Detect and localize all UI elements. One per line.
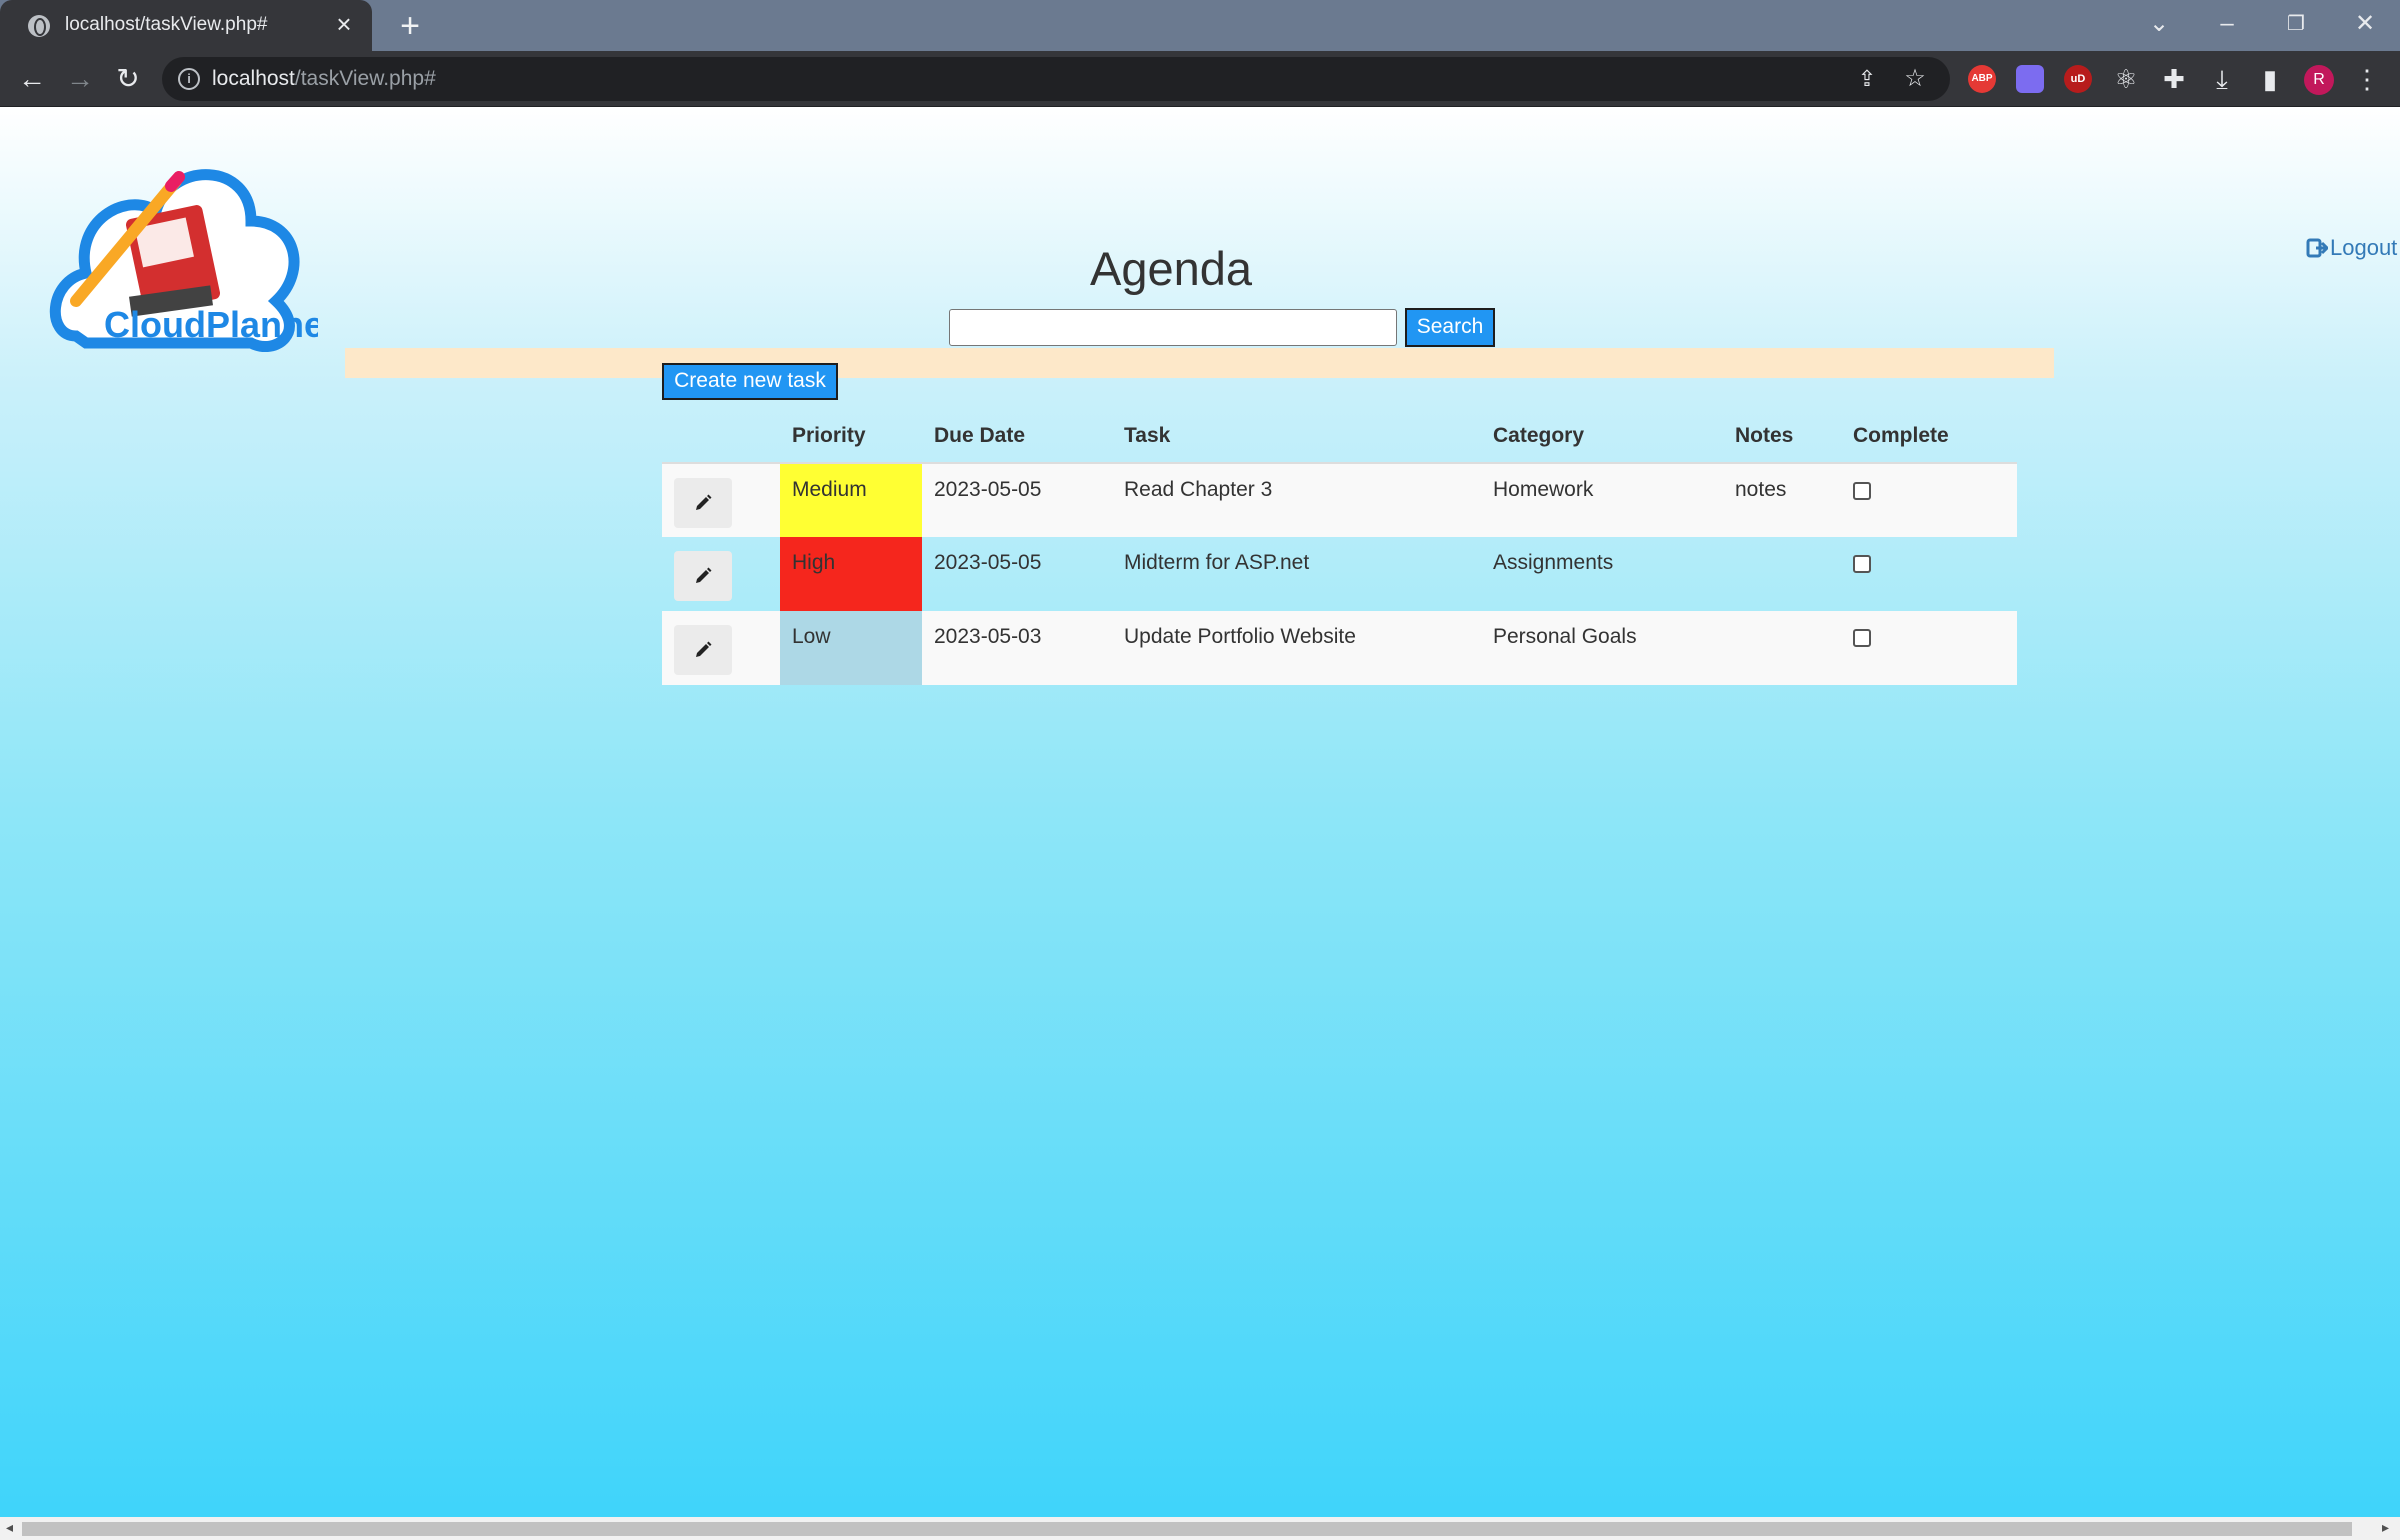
browser-menu-icon[interactable]: ⋮ xyxy=(2354,63,2380,95)
extension-blue-icon[interactable] xyxy=(2016,65,2044,93)
minimize-icon[interactable]: – xyxy=(2205,6,2249,42)
puzzle-icon[interactable]: ✚ xyxy=(2160,65,2188,93)
column-header-notes: Notes xyxy=(1723,409,1841,464)
forward-arrow-icon[interactable]: → xyxy=(60,59,100,99)
browser-tab[interactable]: localhost/taskView.php# × xyxy=(0,0,372,51)
edit-task-button[interactable] xyxy=(674,478,732,528)
search-input[interactable] xyxy=(949,309,1397,346)
scroll-right-icon[interactable]: ▸ xyxy=(2382,1519,2389,1536)
site-info-icon[interactable]: i xyxy=(178,68,200,90)
scroll-left-icon[interactable]: ◂ xyxy=(6,1519,13,1536)
tab-search-chevron-icon[interactable]: ⌄ xyxy=(2137,6,2181,42)
priority-cell: Medium xyxy=(780,463,922,537)
due-date-cell: 2023-05-05 xyxy=(922,463,1112,537)
restore-icon[interactable]: ❐ xyxy=(2274,6,2318,42)
column-header-task: Task xyxy=(1112,409,1481,464)
table-row: Low 2023-05-03 Update Portfolio Website … xyxy=(662,611,2017,685)
task-table: Priority Due Date Task Category Notes Co… xyxy=(662,409,2017,685)
close-window-icon[interactable]: ✕ xyxy=(2343,6,2387,42)
pencil-icon xyxy=(696,567,712,583)
scrollbar-thumb[interactable] xyxy=(22,1522,2352,1536)
notes-cell: notes xyxy=(1723,463,1841,537)
download-icon[interactable]: ⤓ xyxy=(2208,65,2236,93)
create-task-button[interactable]: Create new task xyxy=(662,363,838,400)
tab-close-icon[interactable]: × xyxy=(330,10,358,38)
reload-icon[interactable]: ↻ xyxy=(108,59,148,99)
tab-title: localhost/taskView.php# xyxy=(65,14,268,35)
category-cell: Personal Goals xyxy=(1481,611,1723,685)
react-devtools-icon[interactable]: ⚛ xyxy=(2112,65,2140,93)
priority-cell: Low xyxy=(780,611,922,685)
due-date-cell: 2023-05-05 xyxy=(934,551,1042,574)
complete-checkbox[interactable] xyxy=(1853,629,1871,647)
table-row: High 2023-05-05 Midterm for ASP.net Assi… xyxy=(662,537,2017,611)
share-icon[interactable]: ⇪ xyxy=(1854,66,1880,92)
task-cell: Update Portfolio Website xyxy=(1112,611,1481,685)
column-header-due-date: Due Date xyxy=(922,409,1112,464)
header-band xyxy=(345,348,2054,378)
search-button[interactable]: Search xyxy=(1405,308,1495,347)
complete-checkbox[interactable] xyxy=(1853,482,1871,500)
notes-cell xyxy=(1723,537,1841,611)
cloudplanner-logo: CloudPlanner xyxy=(49,169,318,352)
logo-text: CloudPlanner xyxy=(104,304,318,345)
due-date-cell: 2023-05-03 xyxy=(922,611,1112,685)
edit-task-button[interactable] xyxy=(674,551,732,601)
browser-tab-strip: localhost/taskView.php# × + ⌄ – ❐ ✕ xyxy=(0,0,2400,51)
column-header-priority: Priority xyxy=(780,409,922,464)
horizontal-scrollbar[interactable]: ◂ ▸ xyxy=(0,1517,2400,1540)
avatar[interactable]: R xyxy=(2304,65,2334,95)
priority-cell: High xyxy=(780,537,922,611)
bookmark-star-icon[interactable]: ☆ xyxy=(1902,66,1928,92)
pencil-icon xyxy=(696,494,712,510)
new-tab-icon[interactable]: + xyxy=(392,8,428,44)
column-header-category: Category xyxy=(1481,409,1723,464)
task-cell: Midterm for ASP.net xyxy=(1124,551,1310,574)
table-row: Medium 2023-05-05 Read Chapter 3 Homewor… xyxy=(662,463,2017,537)
logout-label: Logout xyxy=(2330,235,2398,260)
globe-icon xyxy=(28,15,50,37)
pencil-icon xyxy=(696,641,712,657)
back-arrow-icon[interactable]: ← xyxy=(12,59,52,99)
page-content: CloudPlanner Logout Agenda Search Create… xyxy=(0,107,2400,1517)
table-header-row: Priority Due Date Task Category Notes Co… xyxy=(662,409,2017,464)
browser-toolbar: ← → ↻ i localhost/taskView.php# ⇪ ☆ ABP … xyxy=(0,51,2400,107)
ublock-extension-icon[interactable]: uD xyxy=(2064,65,2092,93)
notes-cell xyxy=(1723,611,1841,685)
column-header-edit xyxy=(662,409,780,464)
logout-icon xyxy=(2306,238,2328,258)
logout-link[interactable]: Logout xyxy=(2306,235,2397,261)
adblock-extension-icon[interactable]: ABP xyxy=(1968,65,1996,93)
edit-task-button[interactable] xyxy=(674,625,732,675)
column-header-complete: Complete xyxy=(1841,409,2017,464)
task-cell: Read Chapter 3 xyxy=(1112,463,1481,537)
category-cell: Homework xyxy=(1481,463,1723,537)
page-title: Agenda xyxy=(1089,242,1253,295)
url-text: localhost/taskView.php# xyxy=(212,67,436,90)
complete-checkbox[interactable] xyxy=(1853,555,1871,573)
side-panel-icon[interactable]: ▮ xyxy=(2256,65,2284,93)
address-bar[interactable]: i localhost/taskView.php# ⇪ ☆ xyxy=(162,57,1950,101)
category-cell: Assignments xyxy=(1493,551,1614,574)
